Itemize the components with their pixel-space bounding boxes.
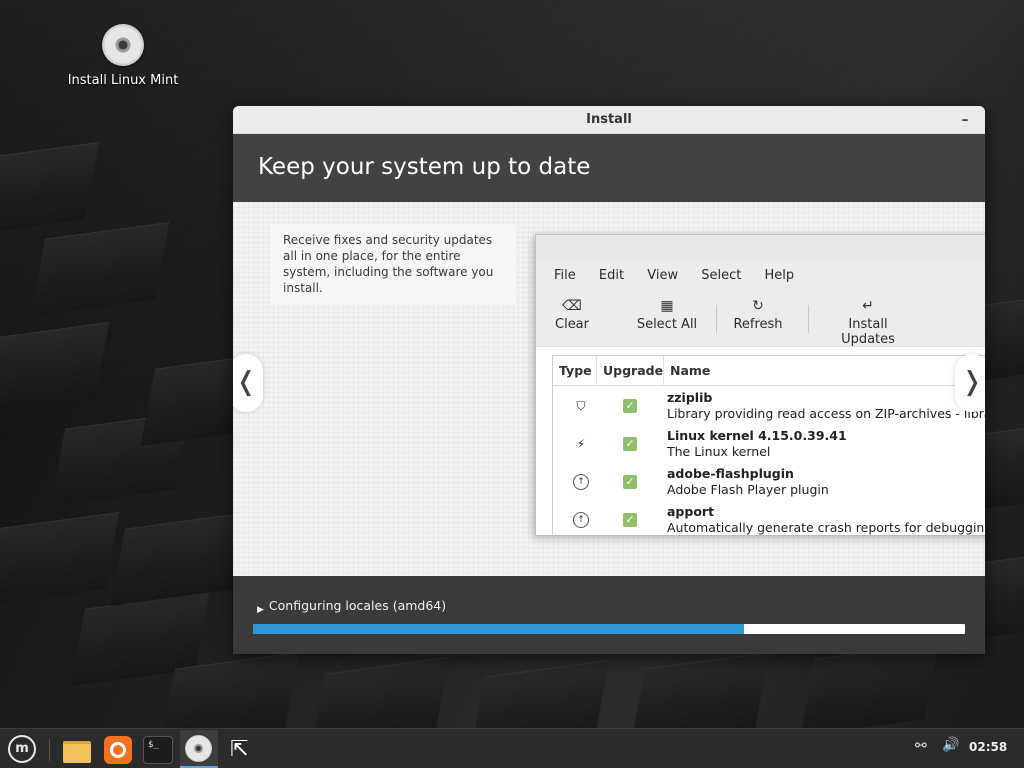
menu-edit: Edit [598, 268, 625, 283]
package-description: Automatically generate crash reports for… [667, 520, 985, 535]
desktop-icon-install-linux-mint[interactable]: Install Linux Mint [62, 24, 184, 88]
slideshow-next-button[interactable]: ❭ [955, 354, 985, 412]
column-upgrade: Upgrade [597, 356, 664, 386]
toolbar-refresh-label: Refresh [733, 317, 783, 332]
package-description: The Linux kernel [667, 444, 771, 459]
window-titlebar[interactable]: Install – [233, 106, 985, 134]
screenshot-menubar: File Edit View Select Help [536, 259, 985, 293]
toolbar-clear: ⌫ Clear [552, 295, 592, 332]
progress-status-text: Configuring locales (amd64) [268, 598, 447, 613]
toolbar-separator [808, 305, 809, 333]
select-all-icon: ▦ [660, 298, 674, 314]
installer-window: Install – Keep your system up to date Re… [233, 106, 985, 654]
package-name: Linux kernel 4.15.0.39.41 [667, 428, 847, 443]
install-updates-icon: ↵ [862, 298, 874, 314]
list-item: ↑ ✓ apport Automatically generate crash … [553, 500, 985, 535]
window-title: Install [586, 112, 632, 127]
disc-icon [102, 24, 144, 66]
taskbar-separator [49, 739, 50, 761]
cursor-launcher[interactable]: ⇱ [224, 733, 258, 767]
volume-icon[interactable]: 🔊 [942, 737, 959, 753]
linux-mint-menu-icon: m [8, 735, 36, 763]
toolbar-select-all: ▦ Select All [632, 295, 702, 332]
upgrade-checkbox: ✓ [623, 475, 637, 489]
desktop-icon-label: Install Linux Mint [67, 73, 179, 88]
updates-list-header: Type Upgrade Name [553, 356, 985, 386]
up-arrow-circle-icon: ↑ [573, 512, 589, 528]
progress-bar-fill [253, 624, 745, 634]
terminal-icon: $_ [143, 736, 173, 764]
toolbar-install-updates: ↵ Install Updates [820, 295, 916, 347]
toolbar-select-all-label: Select All [636, 317, 698, 332]
terminal-launcher[interactable]: $_ [141, 733, 175, 767]
slide-caption: Receive fixes and security updates all i… [270, 224, 516, 304]
minimize-button[interactable]: – [957, 106, 973, 134]
package-name: zziplib [667, 390, 713, 405]
upgrade-checkbox: ✓ [623, 399, 637, 413]
progress-status[interactable]: ▶ Configuring locales (amd64) [257, 598, 446, 615]
list-item: ⚡ ✓ Linux kernel 4.15.0.39.41 The Linux … [553, 424, 985, 462]
shield-icon: ⛉ [576, 399, 586, 413]
bolt-icon: ⚡ [576, 437, 586, 451]
package-name: adobe-flashplugin [667, 466, 794, 481]
expander-arrow-icon[interactable]: ▶ [257, 605, 264, 615]
up-arrow-circle-icon: ↑ [573, 474, 589, 490]
toolbar-separator [716, 305, 717, 333]
list-item: ↑ ✓ adobe-flashplugin Adobe Flash Player… [553, 462, 985, 500]
menu-help: Help [764, 268, 795, 283]
package-description: Adobe Flash Player plugin [667, 482, 829, 497]
install-progress-panel: ▶ Configuring locales (amd64) [233, 576, 985, 654]
toolbar-install-updates-label: Install Updates [841, 317, 895, 347]
installer-window-button[interactable] [180, 730, 218, 768]
slideshow-previous-button[interactable]: ❬ [233, 354, 263, 412]
start-menu-button[interactable]: m [4, 733, 38, 765]
screenshot-titlebar [536, 235, 985, 259]
progress-bar [253, 624, 965, 634]
files-launcher[interactable] [60, 733, 94, 767]
firefox-launcher[interactable] [101, 733, 135, 767]
slideshow: Receive fixes and security updates all i… [233, 202, 985, 576]
taskbar: m $_ ⇱ ⚯ 🔊 02:58 [0, 728, 1024, 768]
page-title: Keep your system up to date [233, 134, 985, 202]
clock[interactable]: 02:58 [969, 740, 1007, 754]
toolbar-clear-label: Clear [555, 317, 589, 332]
column-type: Type [553, 356, 597, 386]
list-item: ⛉ ✓ zziplib Library providing read acces… [553, 386, 985, 424]
updates-list: Type Upgrade Name ⛉ ✓ zziplib Library pr… [552, 355, 985, 535]
backspace-icon: ⌫ [562, 298, 582, 314]
column-name: Name [670, 363, 711, 378]
installer-disc-icon [185, 735, 212, 762]
menu-select: Select [701, 268, 742, 283]
package-name: apport [667, 504, 715, 519]
screenshot-toolbar: ⌫ Clear ▦ Select All ↻ Refresh ↵ Install… [536, 293, 985, 347]
menu-view: View [647, 268, 679, 283]
network-icon[interactable]: ⚯ [915, 738, 927, 754]
upgrade-checkbox: ✓ [623, 513, 637, 527]
menu-file: File [554, 268, 576, 283]
slide-screenshot-update-manager: File Edit View Select Help ⌫ Clear ▦ Sel… [535, 234, 985, 536]
toolbar-refresh: ↻ Refresh [730, 295, 786, 332]
upgrade-checkbox: ✓ [623, 437, 637, 451]
cursor-icon: ⇱ [230, 737, 249, 762]
refresh-icon: ↻ [752, 298, 764, 314]
package-description: Library providing read access on ZIP-arc… [667, 406, 985, 421]
